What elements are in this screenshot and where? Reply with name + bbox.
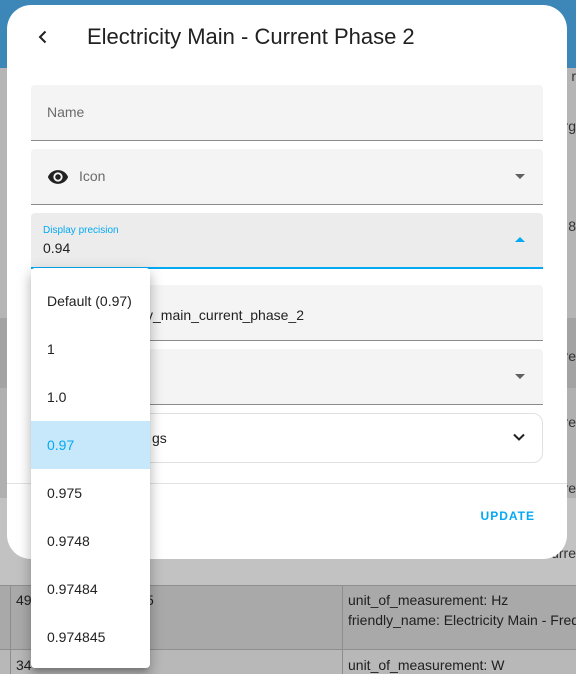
- dialog-title: Electricity Main - Current Phase 2: [87, 24, 415, 49]
- precision-option[interactable]: 1.0: [31, 373, 150, 421]
- dropdown-arrow-icon: [515, 174, 525, 179]
- name-field[interactable]: Name: [31, 85, 543, 141]
- back-button[interactable]: [29, 23, 57, 51]
- chevron-down-icon: [513, 433, 525, 441]
- precision-option[interactable]: 0.97484: [31, 565, 150, 613]
- background-column-divider: [10, 585, 11, 674]
- precision-option[interactable]: 0.974845: [31, 613, 150, 661]
- background-attribute: unit_of_measurement: W: [348, 657, 505, 673]
- precision-option[interactable]: 0.975: [31, 469, 150, 517]
- display-precision-select[interactable]: Display precision 0.94: [31, 213, 543, 269]
- dropdown-arrow-up-icon: [515, 237, 525, 242]
- background-attribute: friendly_name: Electricity Main - Freq: [348, 612, 576, 628]
- dropdown-arrow-icon: [515, 374, 525, 379]
- icon-picker-field[interactable]: Icon: [31, 149, 543, 205]
- chevron-left-icon: [38, 30, 47, 44]
- name-field-label: Name: [47, 104, 85, 120]
- background-entity-id: 34: [16, 657, 32, 673]
- display-precision-value: 0.94: [43, 240, 71, 256]
- precision-option[interactable]: 1: [31, 325, 150, 373]
- entity-id-value: y_main_current_phase_2: [146, 307, 304, 323]
- eye-icon: [47, 170, 69, 184]
- precision-option[interactable]: 0.9748: [31, 517, 150, 565]
- background-cut-text: r: [571, 68, 576, 84]
- display-precision-menu: Default (0.97) 1 1.0 0.97 0.975 0.9748 0…: [31, 268, 150, 668]
- update-button[interactable]: UPDATE: [481, 509, 535, 523]
- icon-field-label: Icon: [79, 168, 106, 184]
- background-column-divider: [342, 585, 343, 674]
- precision-option-selected[interactable]: 0.97: [31, 421, 150, 469]
- background-entity-id: 49: [16, 592, 32, 608]
- precision-option[interactable]: Default (0.97): [31, 277, 150, 325]
- advanced-settings-label: gs: [152, 430, 167, 446]
- display-precision-label: Display precision: [43, 225, 119, 236]
- background-attribute: unit_of_measurement: Hz: [348, 592, 509, 608]
- background-cut-text: 8: [568, 218, 576, 234]
